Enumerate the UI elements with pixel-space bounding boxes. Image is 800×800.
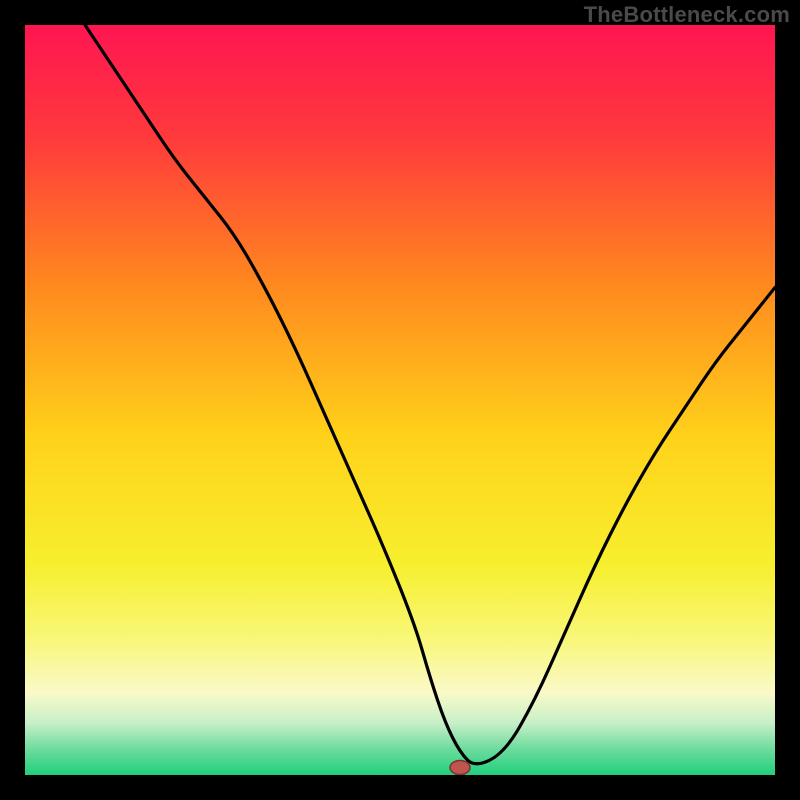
watermark-label: TheBottleneck.com: [584, 2, 790, 28]
bottleneck-plot: [25, 25, 775, 775]
plot-background: [25, 25, 775, 775]
chart-container: TheBottleneck.com: [0, 0, 800, 800]
plot-frame: [25, 25, 775, 775]
optimal-point-marker: [450, 761, 470, 775]
